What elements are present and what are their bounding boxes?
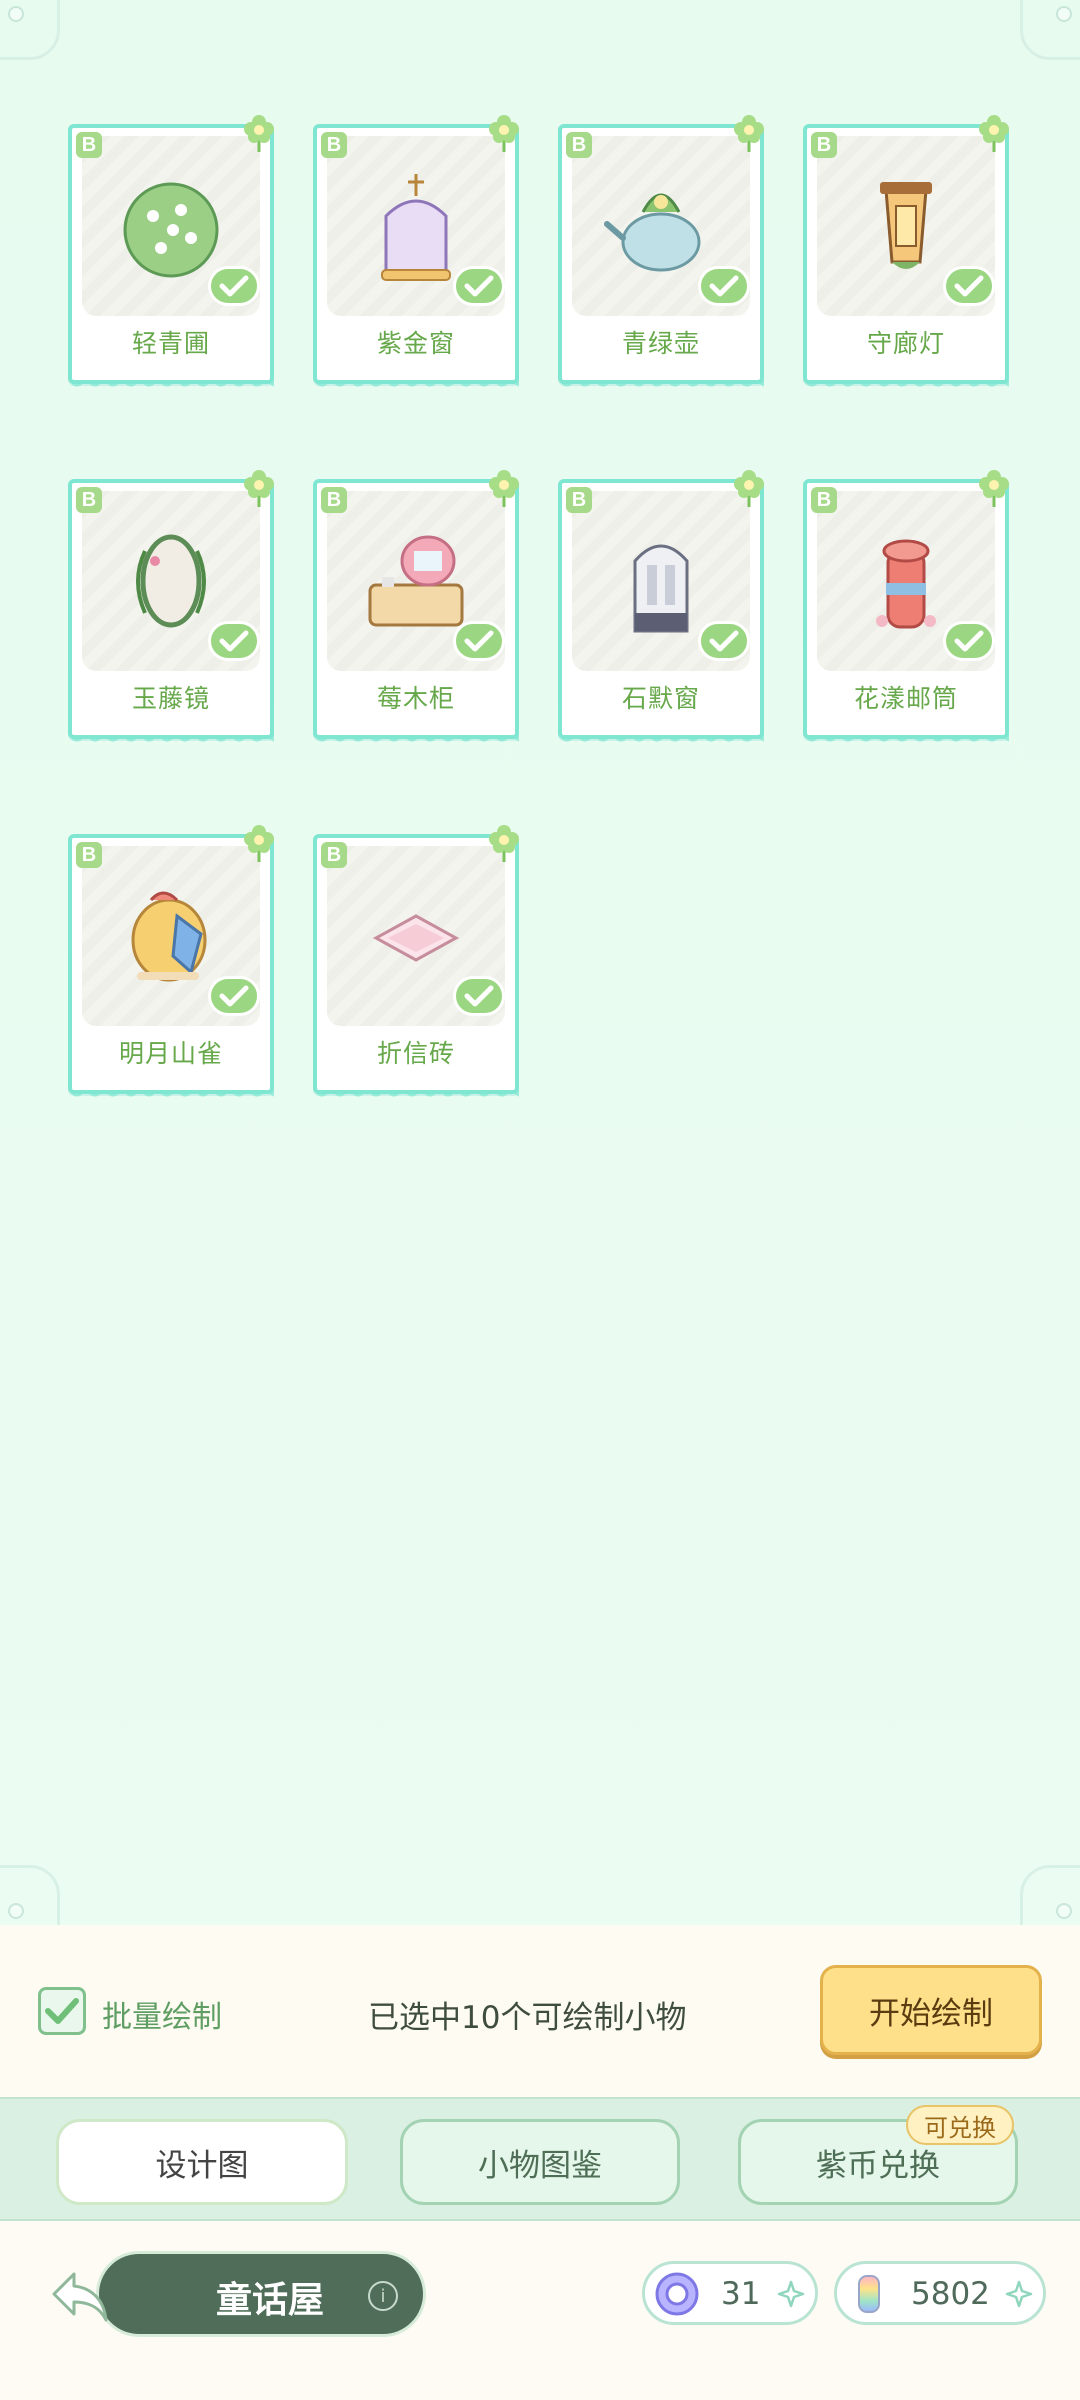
flower-icon <box>244 115 274 152</box>
purple-coin-value: 31 <box>721 2276 761 2312</box>
selected-check-icon <box>208 266 260 306</box>
item-card[interactable]: B 青绿壶 <box>558 115 764 392</box>
rarity-badge: B <box>811 132 837 158</box>
feather-bottle-icon <box>858 2275 880 2313</box>
rarity-badge: B <box>321 842 347 868</box>
rarity-badge: B <box>76 132 102 158</box>
item-name: 石默窗 <box>621 684 700 713</box>
exchange-available-badge: 可兑换 <box>906 2105 1014 2145</box>
stone-window-icon <box>633 544 689 633</box>
item-name: 轻青圃 <box>131 329 210 358</box>
shrub-icon <box>123 182 219 278</box>
bottom-bar: 童话屋 i 31 5802 <box>0 2221 1080 2400</box>
flower-icon <box>734 470 764 507</box>
selected-check-icon <box>698 621 750 661</box>
selected-check-icon <box>453 266 505 306</box>
corner-dot <box>1056 1903 1072 1919</box>
add-icon[interactable] <box>777 2280 805 2308</box>
flower-icon <box>979 470 1009 507</box>
corner-decoration <box>1020 1865 1080 1925</box>
flower-icon <box>489 470 519 507</box>
item-name: 青绿壶 <box>621 329 700 358</box>
rarity-badge: B <box>76 842 102 868</box>
flower-icon <box>979 115 1009 152</box>
info-icon[interactable]: i <box>368 2281 398 2311</box>
tab-design[interactable]: 设计图 <box>56 2119 348 2205</box>
corner-decoration <box>1020 0 1080 60</box>
selected-check-icon <box>943 621 995 661</box>
flower-icon <box>489 115 519 152</box>
bird-icon <box>131 891 207 982</box>
back-button[interactable] <box>40 2261 120 2331</box>
item-card[interactable]: B 轻青圃 <box>68 115 274 392</box>
item-card[interactable]: B 石默窗 <box>558 470 764 747</box>
batch-checkbox[interactable] <box>38 1987 86 2035</box>
rarity-badge: B <box>566 487 592 513</box>
selected-check-icon <box>208 976 260 1016</box>
item-card[interactable]: B 折信砖 <box>313 825 519 1102</box>
main-area: B 轻青圃 B 紫金窗 B 青绿壶 B 守廊灯 B 玉藤镜 B 莓木柜 B 石默… <box>0 0 1080 1925</box>
tab-bar: 设计图 小物图鉴 紫币兑换 可兑换 <box>0 2097 1080 2221</box>
item-card[interactable]: B 玉藤镜 <box>68 470 274 747</box>
add-icon[interactable] <box>1005 2280 1033 2308</box>
back-arrow-icon <box>52 2272 108 2322</box>
purple-coin-icon <box>655 2272 699 2316</box>
corner-dot <box>8 6 24 22</box>
item-card[interactable]: B 守廊灯 <box>803 115 1009 392</box>
item-name: 莓木柜 <box>376 684 455 713</box>
flower-icon <box>244 825 274 862</box>
rarity-badge: B <box>321 487 347 513</box>
lantern-icon <box>880 182 932 269</box>
selected-check-icon <box>943 266 995 306</box>
gazebo-icon <box>381 174 451 281</box>
cabinet-icon <box>368 535 464 627</box>
item-card[interactable]: B 明月山雀 <box>68 825 274 1102</box>
selected-check-icon <box>208 621 260 661</box>
selected-check-icon <box>453 621 505 661</box>
rarity-badge: B <box>566 132 592 158</box>
feather-currency-counter[interactable]: 5802 <box>834 2261 1046 2325</box>
flower-icon <box>734 115 764 152</box>
purple-coin-counter[interactable]: 31 <box>642 2261 818 2325</box>
rarity-badge: B <box>76 487 102 513</box>
corner-dot <box>8 1903 24 1919</box>
batch-label: 批量绘制 <box>102 2000 222 2035</box>
tile-icon <box>372 914 460 962</box>
item-name: 守廊灯 <box>866 329 945 358</box>
start-drawing-button[interactable]: 开始绘制 <box>820 1965 1042 2055</box>
item-name: 玉藤镜 <box>131 684 210 713</box>
item-card[interactable]: B 花漾邮筒 <box>803 470 1009 747</box>
mirror-icon <box>136 534 206 628</box>
checkmark-icon <box>45 1998 79 2024</box>
rarity-badge: B <box>321 132 347 158</box>
location-title: 童话屋 <box>216 2280 325 2321</box>
flower-icon <box>489 825 519 862</box>
item-grid: B 轻青圃 B 紫金窗 B 青绿壶 B 守廊灯 B 玉藤镜 B 莓木柜 B 石默… <box>68 115 1009 1102</box>
item-name: 明月山雀 <box>118 1039 223 1068</box>
item-card[interactable]: B 紫金窗 <box>313 115 519 392</box>
feather-currency-value: 5802 <box>911 2276 990 2312</box>
selected-count-text: 已选中10个可绘制小物 <box>368 2000 687 2036</box>
flower-icon <box>244 470 274 507</box>
teapot-icon <box>604 193 701 272</box>
item-card[interactable]: B 莓木柜 <box>313 470 519 747</box>
tab-catalog[interactable]: 小物图鉴 <box>400 2119 680 2205</box>
corner-dot <box>1056 6 1072 22</box>
item-name: 折信砖 <box>376 1039 455 1068</box>
item-name: 花漾邮筒 <box>853 684 958 713</box>
selected-check-icon <box>698 266 750 306</box>
mailbox-icon <box>876 539 936 629</box>
selected-check-icon <box>453 976 505 1016</box>
rarity-badge: B <box>811 487 837 513</box>
item-name: 紫金窗 <box>376 329 455 358</box>
batch-bar: 批量绘制 已选中10个可绘制小物 开始绘制 <box>0 1925 1080 2097</box>
